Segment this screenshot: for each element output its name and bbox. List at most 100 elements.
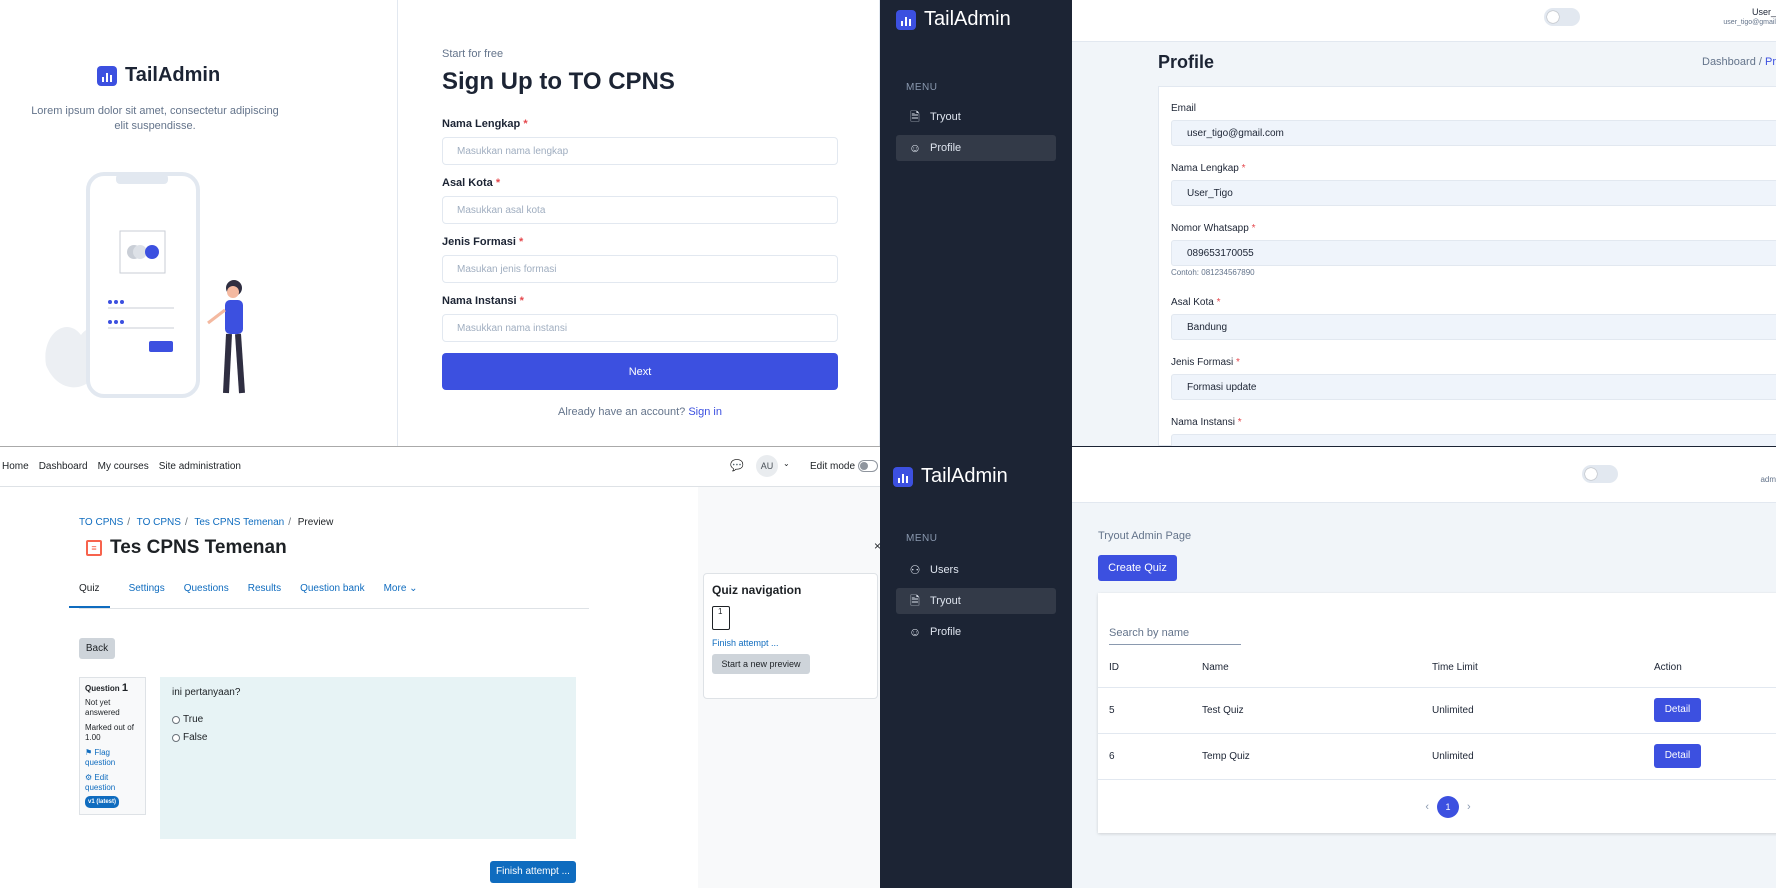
search-input[interactable]: Search by name bbox=[1109, 627, 1241, 645]
document-icon: 🗎 bbox=[910, 110, 920, 124]
brand-name: TailAdmin bbox=[924, 8, 1011, 30]
tab-question-bank[interactable]: Question bank bbox=[300, 575, 365, 608]
quiz-table-card: Search by name ID Name Time Limit Action… bbox=[1098, 593, 1776, 833]
table-row: 6 Temp Quiz Unlimited Detail bbox=[1098, 733, 1776, 780]
detail-button[interactable]: Detail bbox=[1654, 744, 1701, 768]
sidebar-item-users[interactable]: ⚇ Users bbox=[896, 557, 1056, 583]
signup-title: Sign Up to TO CPNS bbox=[442, 68, 675, 95]
cell-time-limit: Unlimited bbox=[1432, 687, 1654, 734]
breadcrumb: TO CPNS / TO CPNS / Tes CPNS Temenan / Prev… bbox=[79, 517, 334, 528]
user-name[interactable]: User_ bbox=[1752, 7, 1776, 17]
signin-prompt: Already have an account? Sign in bbox=[558, 406, 722, 418]
breadcrumb-link[interactable]: TO CPNS bbox=[137, 517, 181, 528]
profile-card: Email user_tigo@gmail.com Nama Lengkap *… bbox=[1158, 86, 1776, 446]
create-quiz-button[interactable]: Create Quiz bbox=[1098, 555, 1177, 581]
sidebar: TailAdmin MENU ⚇ Users 🗎 Tryout ☺ Profil… bbox=[881, 447, 1072, 888]
user-email: user_tigo@gmail bbox=[1723, 19, 1776, 26]
breadcrumb-dashboard[interactable]: Dashboard / bbox=[1702, 56, 1762, 68]
jenis-formasi-field[interactable]: Formasi update bbox=[1171, 374, 1776, 400]
field-label: Jenis Formasi * bbox=[442, 236, 524, 248]
avatar[interactable]: AU bbox=[756, 455, 778, 477]
nav-site-administration[interactable]: Site administration bbox=[159, 461, 241, 472]
signin-link[interactable]: Sign in bbox=[688, 406, 722, 418]
page-button-current[interactable]: 1 bbox=[1437, 796, 1459, 818]
field-nama-lengkap: Nama Lengkap * bbox=[442, 118, 838, 165]
nama-instansi-field[interactable] bbox=[1171, 434, 1776, 446]
page-title: Profile bbox=[1158, 52, 1215, 72]
field-label: Nama Lengkap * bbox=[1171, 163, 1246, 174]
gear-icon: ⚙ bbox=[85, 773, 93, 782]
breadcrumb-link[interactable]: TO CPNS bbox=[79, 517, 123, 528]
field-label: Jenis Formasi * bbox=[1171, 357, 1240, 368]
nama-lengkap-input[interactable] bbox=[442, 137, 838, 165]
answer-option[interactable]: False bbox=[172, 732, 564, 743]
asal-kota-input[interactable] bbox=[442, 196, 838, 224]
messages-icon[interactable]: 💬 bbox=[730, 459, 744, 472]
question-text: ini pertanyaan? bbox=[172, 687, 241, 698]
column-header[interactable]: ID bbox=[1098, 649, 1202, 688]
edit-mode-toggle[interactable] bbox=[858, 460, 878, 472]
primary-nav: Home Dashboard My courses Site administr… bbox=[2, 461, 241, 472]
nav-home[interactable]: Home bbox=[2, 461, 29, 472]
sidebar-item-profile[interactable]: ☺ Profile bbox=[896, 619, 1056, 645]
cell-action: Detail bbox=[1654, 687, 1776, 734]
sidebar-item-profile[interactable]: ☺ Profile bbox=[896, 135, 1056, 161]
quiz-preview-panel: Home Dashboard My courses Site administr… bbox=[0, 446, 880, 888]
brand-logo[interactable]: TailAdmin bbox=[893, 465, 1008, 488]
table-header: ID Name Time Limit Action bbox=[1098, 649, 1776, 688]
column-header[interactable]: Name bbox=[1202, 649, 1432, 688]
sidebar-item-tryout[interactable]: 🗎 Tryout bbox=[896, 588, 1056, 614]
nama-lengkap-field[interactable]: User_Tigo bbox=[1171, 180, 1776, 206]
answer-option[interactable]: True bbox=[172, 714, 564, 725]
table-row: 5 Test Quiz Unlimited Detail bbox=[1098, 687, 1776, 734]
nav-dashboard[interactable]: Dashboard bbox=[39, 461, 88, 472]
radio-button[interactable] bbox=[172, 733, 180, 742]
email-field[interactable]: user_tigo@gmail.com bbox=[1171, 120, 1776, 146]
theme-toggle[interactable] bbox=[1544, 8, 1580, 26]
asal-kota-field[interactable]: Bandung bbox=[1171, 314, 1776, 340]
next-button[interactable]: Next bbox=[442, 353, 838, 390]
question-nav-button[interactable]: 1 bbox=[712, 606, 730, 630]
finish-attempt-button[interactable]: Finish attempt ... bbox=[490, 861, 576, 883]
field-label: Asal Kota * bbox=[442, 177, 501, 189]
finish-attempt-link[interactable]: Finish attempt ... bbox=[712, 638, 869, 648]
detail-button[interactable]: Detail bbox=[1654, 698, 1701, 722]
question-status: Not yet answered bbox=[85, 698, 120, 717]
sidebar-item-tryout[interactable]: 🗎 Tryout bbox=[896, 104, 1056, 130]
tab-quiz[interactable]: Quiz bbox=[69, 575, 110, 608]
radio-button[interactable] bbox=[172, 715, 180, 724]
user-name[interactable]: adm bbox=[1760, 475, 1776, 484]
nama-instansi-input[interactable] bbox=[442, 314, 838, 342]
field-label: Email bbox=[1171, 103, 1197, 114]
chevron-down-icon[interactable]: ⌄ bbox=[783, 459, 790, 468]
theme-toggle[interactable] bbox=[1582, 465, 1618, 483]
brand-name: TailAdmin bbox=[921, 465, 1008, 487]
tab-questions[interactable]: Questions bbox=[184, 575, 229, 608]
next-page-icon[interactable]: › bbox=[1467, 801, 1471, 813]
back-button[interactable]: Back bbox=[79, 638, 115, 659]
brand-description: Lorem ipsum dolor sit amet, consectetur … bbox=[31, 105, 279, 132]
prev-page-icon[interactable]: ‹ bbox=[1425, 801, 1429, 813]
tab-settings[interactable]: Settings bbox=[129, 575, 165, 608]
quiz-navigation-title: Quiz navigation bbox=[712, 583, 802, 597]
brand-logo[interactable]: TailAdmin bbox=[896, 8, 1011, 31]
tab-results[interactable]: Results bbox=[248, 575, 281, 608]
logo-icon bbox=[896, 9, 916, 30]
top-navigation: Home Dashboard My courses Site administr… bbox=[0, 447, 880, 487]
breadcrumb-link[interactable]: Tes CPNS Temenan bbox=[194, 517, 284, 528]
quiz-main: TO CPNS / TO CPNS / Tes CPNS Temenan / Prev… bbox=[0, 487, 700, 888]
jenis-formasi-input[interactable] bbox=[442, 255, 838, 283]
column-header[interactable]: Time Limit bbox=[1432, 649, 1654, 688]
menu-heading: MENU bbox=[906, 533, 938, 544]
nav-my-courses[interactable]: My courses bbox=[98, 461, 149, 472]
users-icon: ⚇ bbox=[909, 563, 921, 577]
header: User_ user_tigo@gmail bbox=[1072, 0, 1776, 42]
whatsapp-field[interactable]: 089653170055 bbox=[1171, 240, 1776, 266]
quiz-icon: ≡ bbox=[86, 540, 102, 556]
flag-question-link[interactable]: ⚑ Flag question bbox=[85, 748, 140, 768]
edit-question-link[interactable]: ⚙ Edit question bbox=[85, 773, 140, 793]
breadcrumb-current: Preview bbox=[297, 517, 334, 528]
start-new-preview-button[interactable]: Start a new preview bbox=[712, 654, 810, 674]
tab-more[interactable]: More ⌄ bbox=[384, 575, 418, 608]
field-label: Nama Instansi * bbox=[442, 295, 524, 307]
